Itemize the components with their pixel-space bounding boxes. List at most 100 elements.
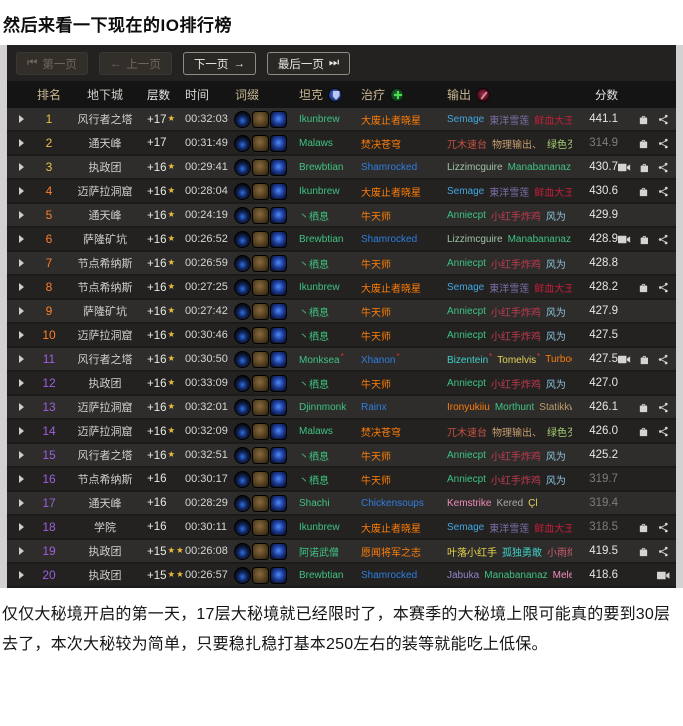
expand-row-icon[interactable] (19, 403, 24, 411)
loot-bag-icon[interactable] (637, 522, 650, 533)
player-name[interactable]: Lizzimcguire (447, 234, 503, 245)
loot-bag-icon[interactable] (637, 114, 650, 125)
player-name[interactable]: 物理输出、 (492, 428, 542, 439)
last-page-button[interactable]: 最后一页 ⏭ (267, 52, 350, 75)
player-name[interactable]: 兀木速台 (447, 140, 487, 151)
share-icon[interactable] (657, 114, 670, 125)
player-name[interactable]: Manabananaz (508, 234, 571, 245)
player-name[interactable]: 丶栖息 (299, 452, 329, 463)
player-name[interactable]: 小红手炸鸡 (491, 332, 541, 343)
share-icon[interactable] (657, 282, 670, 293)
player-name[interactable]: 小红手炸鸡 (491, 452, 541, 463)
player-name[interactable]: 小红手炸鸡 (491, 260, 541, 271)
player-name[interactable]: Ikunbrew (299, 114, 340, 125)
loot-bag-icon[interactable] (637, 426, 650, 437)
expand-row-icon[interactable] (19, 355, 24, 363)
player-name[interactable]: Jabuka (447, 570, 479, 581)
player-name[interactable]: Lizzimcguire (447, 162, 503, 173)
player-name[interactable]: Kemstrike (447, 498, 491, 509)
player-name[interactable]: 阿诺武僧 (299, 548, 339, 559)
player-name[interactable]: 丶栖息 (299, 380, 329, 391)
player-name[interactable]: 鲜血大王子 (534, 524, 572, 535)
player-name[interactable]: Ikunbrew (299, 522, 340, 533)
player-name[interactable]: Brewbtian (299, 234, 343, 245)
share-icon[interactable] (657, 234, 670, 245)
player-name[interactable]: Semage (447, 186, 484, 197)
expand-row-icon[interactable] (19, 139, 24, 147)
loot-bag-icon[interactable] (638, 162, 651, 173)
player-name[interactable]: 风为 (546, 260, 566, 271)
share-icon[interactable] (657, 546, 670, 557)
player-name[interactable]: Anniecpt (447, 330, 486, 341)
share-icon[interactable] (657, 522, 670, 533)
player-name[interactable]: Bizentein (447, 355, 488, 366)
player-name[interactable]: Melee (553, 570, 572, 581)
player-name[interactable]: Anniecpt (447, 378, 486, 389)
player-name[interactable]: 小雨绵绵 (547, 548, 572, 559)
player-name[interactable]: Kered (496, 498, 523, 509)
share-icon[interactable] (657, 162, 670, 173)
player-name[interactable]: 风为 (546, 212, 566, 223)
player-name[interactable]: 牛天师 (361, 260, 391, 271)
player-name[interactable]: Manabananaz (484, 570, 547, 581)
player-name[interactable]: 孤独勇敢 (502, 548, 542, 559)
player-name[interactable]: Shamrocked (361, 570, 417, 581)
player-name[interactable]: 叶落小红手 (447, 548, 497, 559)
player-name[interactable]: Ikunbrew (299, 282, 340, 293)
player-name[interactable]: 牛天师 (361, 212, 391, 223)
loot-bag-icon[interactable] (637, 402, 650, 413)
player-name[interactable]: 牛天师 (361, 476, 391, 487)
player-name[interactable]: 风为 (546, 476, 566, 487)
expand-row-icon[interactable] (19, 163, 24, 171)
expand-row-icon[interactable] (19, 211, 24, 219)
next-page-button[interactable]: 下一页 → (183, 52, 256, 75)
player-name[interactable]: Ikunbrew (299, 186, 340, 197)
player-name[interactable]: Semage (447, 522, 484, 533)
player-name[interactable]: Monksea (299, 355, 340, 366)
expand-row-icon[interactable] (19, 379, 24, 387)
player-name[interactable]: Xhanon (361, 355, 395, 366)
expand-row-icon[interactable] (19, 547, 24, 555)
player-name[interactable]: Shachi (299, 498, 330, 509)
player-name[interactable]: Anniecpt (447, 306, 486, 317)
player-name[interactable]: 小红手炸鸡 (491, 476, 541, 487)
player-name[interactable]: 大废止者晓星 (361, 116, 421, 127)
first-page-button[interactable]: ⏮ 第一页 (16, 52, 88, 75)
player-name[interactable]: 焚决苍穹 (361, 428, 401, 439)
camera-icon[interactable] (618, 234, 631, 245)
player-name[interactable]: 风为 (546, 452, 566, 463)
player-name[interactable]: Anniecpt (447, 450, 486, 461)
player-name[interactable]: 大废止者晓星 (361, 524, 421, 535)
share-icon[interactable] (657, 426, 670, 437)
expand-row-icon[interactable] (19, 451, 24, 459)
player-name[interactable]: Manabananaz (508, 162, 571, 173)
player-name[interactable]: 丶栖息 (299, 332, 329, 343)
loot-bag-icon[interactable] (637, 546, 650, 557)
expand-row-icon[interactable] (19, 235, 24, 243)
player-name[interactable]: 東洋雪莲 (489, 284, 529, 295)
prev-page-button[interactable]: ← 上一页 (99, 52, 172, 75)
player-name[interactable]: 大废止者晓星 (361, 188, 421, 199)
loot-bag-icon[interactable] (638, 234, 651, 245)
loot-bag-icon[interactable] (637, 138, 650, 149)
expand-row-icon[interactable] (19, 475, 24, 483)
expand-row-icon[interactable] (19, 523, 24, 531)
player-name[interactable]: 焚决苍穹 (361, 140, 401, 151)
camera-icon[interactable] (618, 354, 631, 365)
player-name[interactable]: 牛天师 (361, 308, 391, 319)
player-name[interactable]: Rainx (361, 402, 387, 413)
player-name[interactable]: 风为 (546, 332, 566, 343)
player-name[interactable]: 小红手炸鸡 (491, 308, 541, 319)
player-name[interactable]: 東洋雪莲 (489, 116, 529, 127)
share-icon[interactable] (657, 186, 670, 197)
player-name[interactable]: 风为 (546, 380, 566, 391)
expand-row-icon[interactable] (19, 307, 24, 315)
player-name[interactable]: 東洋雪莲 (489, 188, 529, 199)
player-name[interactable]: 牛天师 (361, 380, 391, 391)
player-name[interactable]: Anniecpt (447, 474, 486, 485)
player-name[interactable]: 物理输出、 (492, 140, 542, 151)
player-name[interactable]: 丶栖息 (299, 476, 329, 487)
player-name[interactable]: Anniecpt (447, 210, 486, 221)
player-name[interactable]: Tomelvis (497, 355, 536, 366)
player-name[interactable]: Malaws (299, 426, 333, 437)
